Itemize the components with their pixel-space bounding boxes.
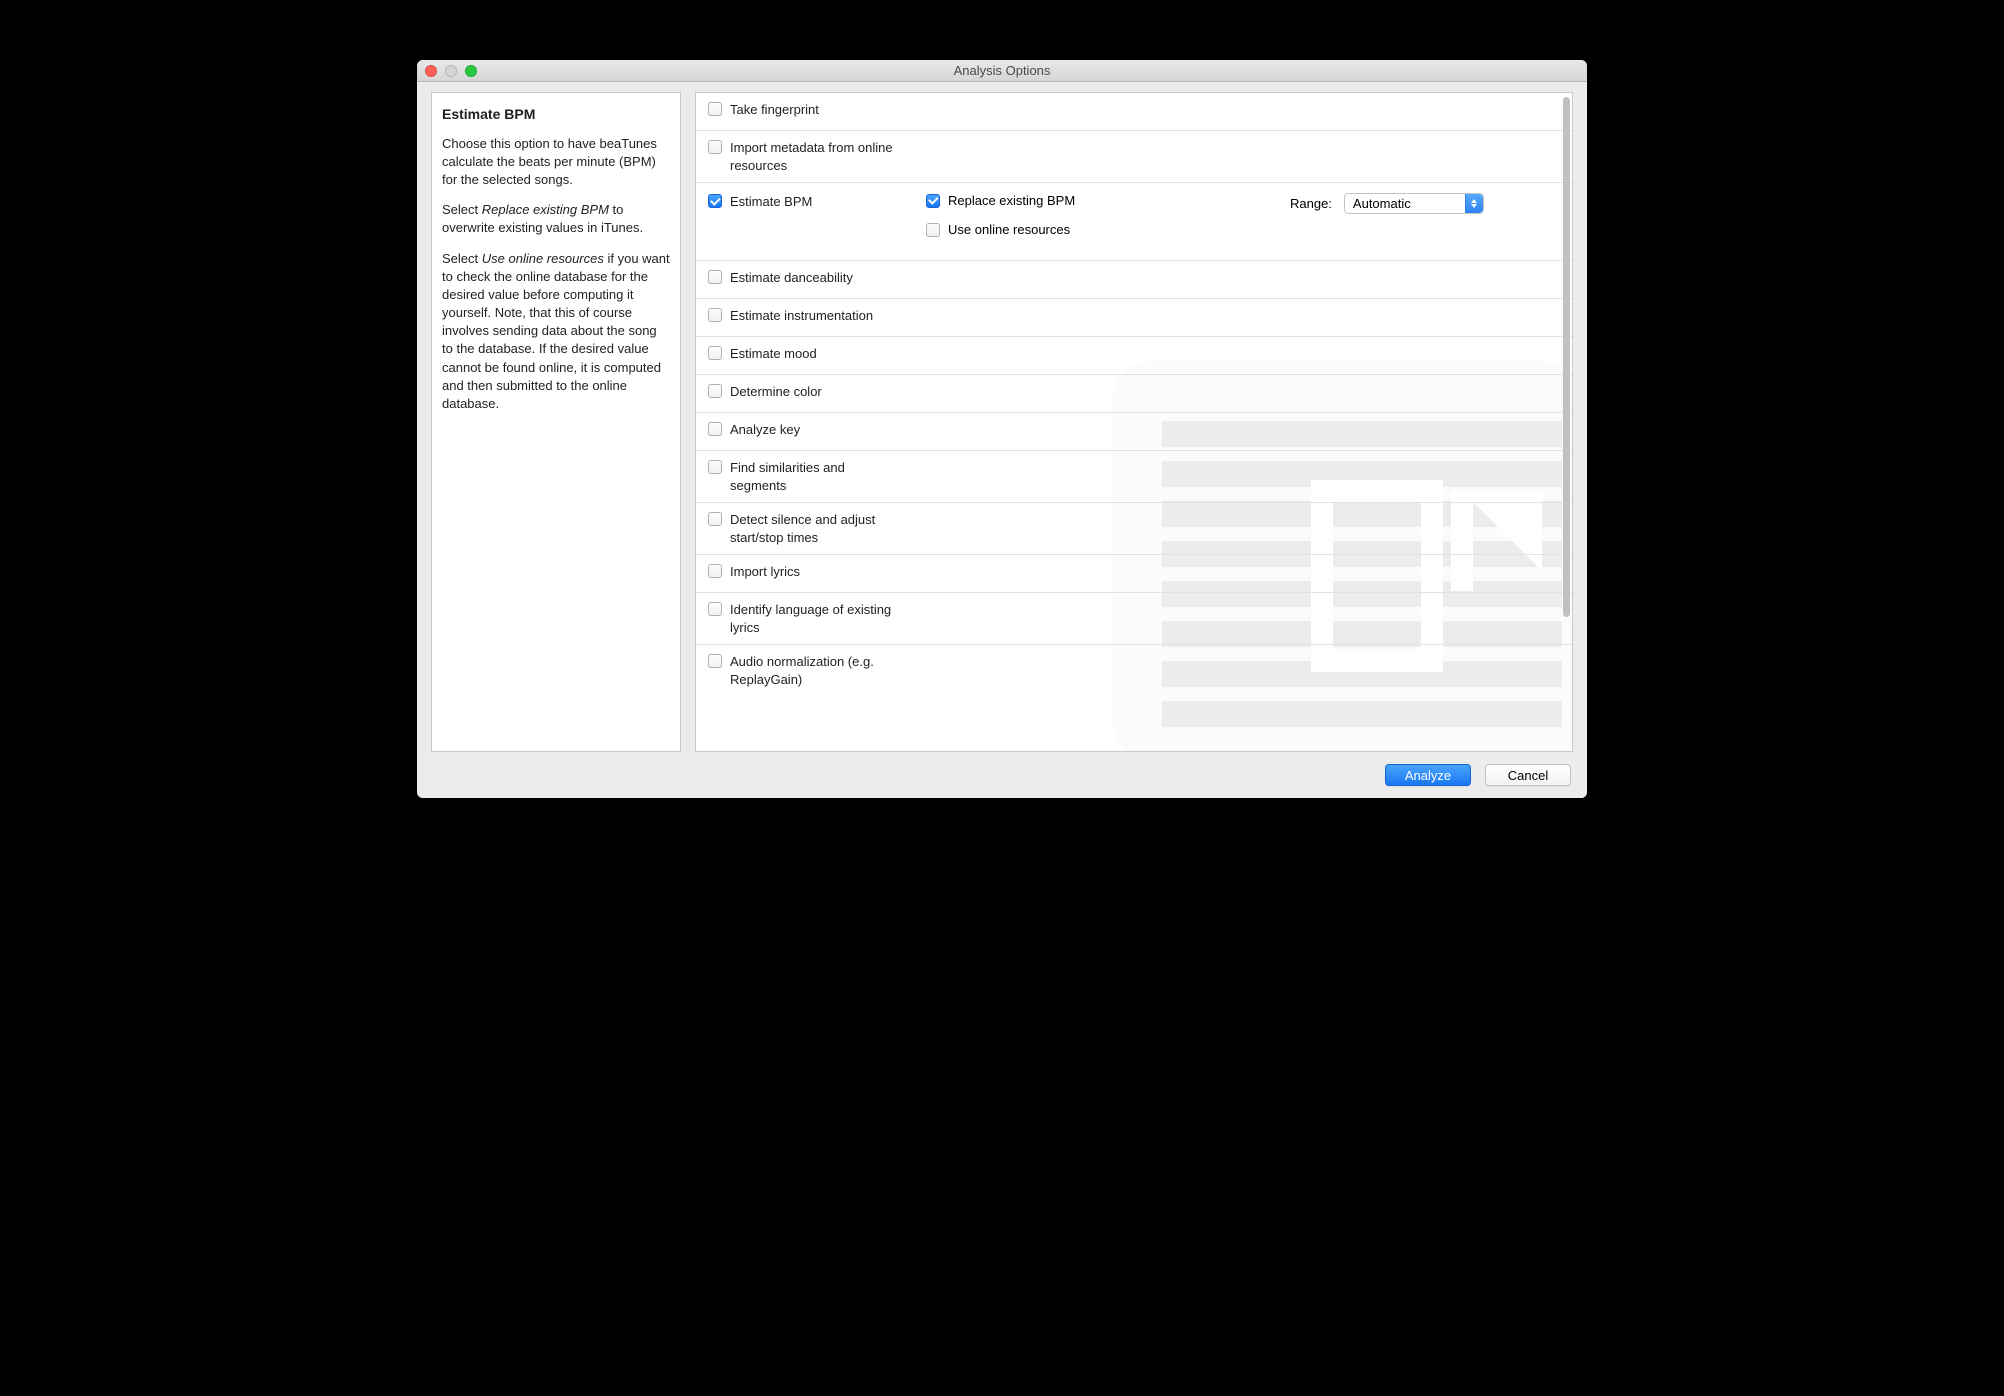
minimize-icon: [445, 65, 457, 77]
options-panel: Take fingerprint Import metadata from on…: [695, 92, 1573, 752]
help-heading: Estimate BPM: [442, 105, 670, 125]
option-label: Estimate mood: [730, 345, 817, 363]
option-label: Estimate danceability: [730, 269, 853, 287]
checkbox[interactable]: [926, 223, 940, 237]
checkbox[interactable]: [708, 102, 722, 116]
checkbox[interactable]: [708, 602, 722, 616]
range-group: Range: Automatic: [1290, 193, 1560, 214]
option-label: Import metadata from online resources: [730, 139, 900, 174]
option-label: Replace existing BPM: [948, 193, 1075, 208]
option-estimate-danceability[interactable]: Estimate danceability: [696, 261, 1572, 299]
option-label: Find similarities and segments: [730, 459, 900, 494]
help-paragraph: Select Replace existing BPM to overwrite…: [442, 201, 670, 237]
window-title: Analysis Options: [417, 63, 1587, 78]
help-sidebar: Estimate BPM Choose this option to have …: [431, 92, 681, 752]
option-estimate-instrumentation[interactable]: Estimate instrumentation: [696, 299, 1572, 337]
range-select[interactable]: Automatic: [1344, 193, 1484, 214]
checkbox[interactable]: [708, 346, 722, 360]
option-find-similarities[interactable]: Find similarities and segments: [696, 451, 1572, 503]
scrollbar[interactable]: [1563, 97, 1570, 617]
option-detect-silence[interactable]: Detect silence and adjust start/stop tim…: [696, 503, 1572, 555]
checkbox[interactable]: [708, 308, 722, 322]
help-paragraph: Select Use online resources if you want …: [442, 250, 670, 414]
option-label: Estimate instrumentation: [730, 307, 873, 325]
option-determine-color[interactable]: Determine color: [696, 375, 1572, 413]
option-label: Import lyrics: [730, 563, 800, 581]
options-list: Take fingerprint Import metadata from on…: [696, 93, 1572, 751]
option-take-fingerprint[interactable]: Take fingerprint: [696, 93, 1572, 131]
checkbox[interactable]: [926, 194, 940, 208]
checkbox[interactable]: [708, 140, 722, 154]
zoom-icon[interactable]: [465, 65, 477, 77]
option-import-lyrics[interactable]: Import lyrics: [696, 555, 1572, 593]
checkbox[interactable]: [708, 270, 722, 284]
chevron-updown-icon: [1465, 194, 1483, 213]
checkbox[interactable]: [708, 654, 722, 668]
option-label: Identify language of existing lyrics: [730, 601, 900, 636]
analyze-button[interactable]: Analyze: [1385, 764, 1471, 786]
traffic-lights: [425, 65, 477, 77]
content-area: Estimate BPM Choose this option to have …: [417, 82, 1587, 752]
option-label: Detect silence and adjust start/stop tim…: [730, 511, 900, 546]
checkbox[interactable]: [708, 512, 722, 526]
dialog-window: Analysis Options Estimate BPM Choose thi…: [417, 60, 1587, 798]
help-paragraph: Choose this option to have beaTunes calc…: [442, 135, 670, 190]
checkbox[interactable]: [708, 422, 722, 436]
option-label: Take fingerprint: [730, 101, 819, 119]
option-estimate-mood[interactable]: Estimate mood: [696, 337, 1572, 375]
option-label: Analyze key: [730, 421, 800, 439]
option-estimate-bpm[interactable]: Estimate BPM Replace existing BPM Use on…: [696, 183, 1572, 261]
checkbox[interactable]: [708, 460, 722, 474]
titlebar: Analysis Options: [417, 60, 1587, 82]
option-use-online[interactable]: Use online resources: [926, 222, 1282, 237]
option-label: Use online resources: [948, 222, 1070, 237]
close-icon[interactable]: [425, 65, 437, 77]
option-label: Determine color: [730, 383, 822, 401]
option-replace-bpm[interactable]: Replace existing BPM: [926, 193, 1282, 208]
option-label: Audio normalization (e.g. ReplayGain): [730, 653, 900, 688]
range-label: Range:: [1290, 196, 1332, 211]
checkbox[interactable]: [708, 194, 722, 208]
dialog-footer: Analyze Cancel: [417, 752, 1587, 798]
cancel-button[interactable]: Cancel: [1485, 764, 1571, 786]
checkbox[interactable]: [708, 564, 722, 578]
option-identify-language[interactable]: Identify language of existing lyrics: [696, 593, 1572, 645]
checkbox[interactable]: [708, 384, 722, 398]
option-analyze-key[interactable]: Analyze key: [696, 413, 1572, 451]
option-label: Estimate BPM: [730, 193, 812, 211]
option-import-metadata[interactable]: Import metadata from online resources: [696, 131, 1572, 183]
option-audio-normalization[interactable]: Audio normalization (e.g. ReplayGain): [696, 645, 1572, 696]
range-value: Automatic: [1353, 196, 1411, 211]
